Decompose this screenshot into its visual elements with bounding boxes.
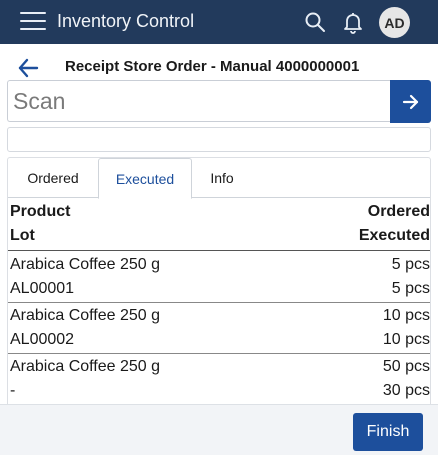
product-name: Arabica Coffee 250 g: [10, 256, 161, 273]
table-row[interactable]: Arabica Coffee 250 g AL00002 10 pcs 10 p…: [8, 303, 430, 354]
tab-bar: Ordered Executed Info: [8, 158, 430, 199]
tab-executed[interactable]: Executed: [98, 158, 192, 199]
header-lot: Lot: [10, 227, 35, 244]
scan-submit-button[interactable]: [390, 80, 431, 123]
table-header: Product Lot Ordered Executed: [8, 199, 430, 251]
scan-input[interactable]: [7, 80, 390, 122]
executed-qty: 5 pcs: [391, 280, 430, 297]
order-title: Receipt Store Order - Manual 4000000001: [65, 58, 360, 75]
tab-info[interactable]: Info: [192, 158, 252, 198]
executed-qty: 10 pcs: [382, 331, 430, 348]
tab-ordered[interactable]: Ordered: [8, 158, 98, 198]
arrow-right-icon: [402, 94, 418, 109]
avatar[interactable]: AD: [379, 7, 410, 38]
header-product: Product: [10, 203, 71, 220]
finish-button[interactable]: Finish: [353, 413, 423, 451]
executed-qty: 30 pcs: [382, 382, 430, 399]
table-row[interactable]: Arabica Coffee 250 g AL00001 5 pcs 5 pcs: [8, 252, 430, 303]
product-name: Arabica Coffee 250 g: [10, 307, 161, 324]
bell-icon[interactable]: [341, 10, 365, 34]
menu-icon[interactable]: [20, 12, 46, 32]
lot-number: AL00002: [10, 331, 75, 348]
info-field: [7, 127, 431, 152]
lot-number: -: [10, 382, 16, 399]
tabs-panel: Ordered Executed Info Product Lot Ordere…: [7, 157, 431, 417]
product-name: Arabica Coffee 250 g: [10, 358, 161, 375]
header-executed: Executed: [358, 227, 430, 244]
app-bar: Inventory Control AD: [0, 0, 438, 44]
app-title: Inventory Control: [57, 11, 195, 31]
search-icon[interactable]: [303, 10, 327, 34]
table-row[interactable]: Arabica Coffee 250 g - 50 pcs 30 pcs: [8, 354, 430, 405]
ordered-qty: 50 pcs: [382, 358, 430, 375]
lot-number: AL00001: [10, 280, 75, 297]
ordered-qty: 10 pcs: [382, 307, 430, 324]
back-arrow-icon[interactable]: [17, 58, 39, 78]
ordered-qty: 5 pcs: [391, 256, 430, 273]
header-ordered: Ordered: [367, 203, 430, 220]
